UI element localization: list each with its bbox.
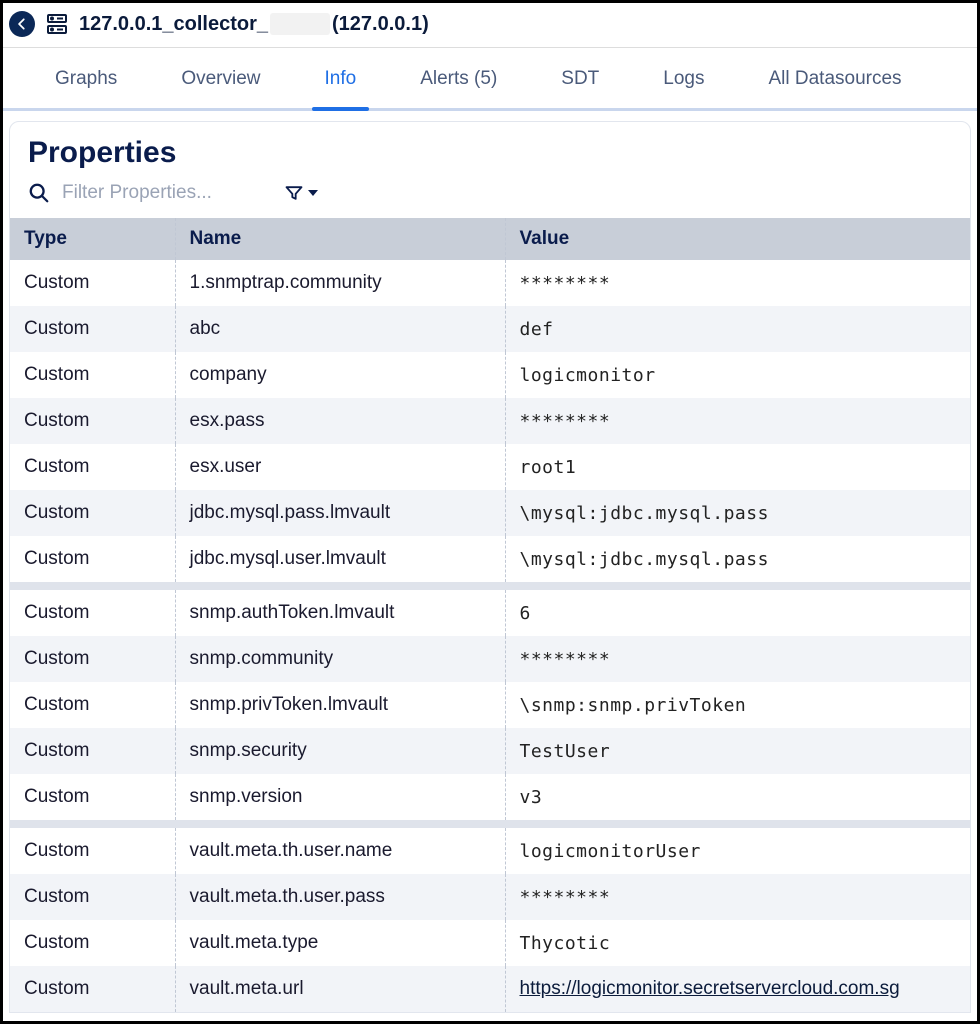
cell-value: logicmonitor: [505, 352, 970, 398]
cell-value: \mysql:jdbc.mysql.pass: [505, 490, 970, 536]
table-row: Customcompanylogicmonitor: [10, 352, 970, 398]
page-header: 127.0.0.1_collector_ (127.0.0.1): [3, 3, 977, 48]
tab-sdt[interactable]: SDT: [529, 48, 631, 108]
tab-overview[interactable]: Overview: [149, 48, 292, 108]
search-icon[interactable]: [28, 182, 50, 204]
tab-logs[interactable]: Logs: [631, 48, 736, 108]
cell-name: snmp.security: [175, 728, 505, 774]
tab-graphs[interactable]: Graphs: [23, 48, 149, 108]
cell-type: Custom: [10, 874, 175, 920]
cell-type: Custom: [10, 398, 175, 444]
cell-name: abc: [175, 306, 505, 352]
cell-name: snmp.version: [175, 774, 505, 820]
table-row: Customesx.userroot1: [10, 444, 970, 490]
cell-value: v3: [505, 774, 970, 820]
table-row: Customvault.meta.url https://logicmonitor…: [10, 966, 970, 1012]
cell-name: jdbc.mysql.user.lmvault: [175, 536, 505, 582]
server-icon: [45, 12, 69, 36]
cell-name: vault.meta.th.user.name: [175, 828, 505, 874]
cell-name: snmp.community: [175, 636, 505, 682]
cell-type: Custom: [10, 920, 175, 966]
table-row: Customjdbc.mysql.user.lmvault\mysql:jdbc…: [10, 536, 970, 582]
cell-value: https://logicmonitor.secretservercloud.c…: [505, 966, 970, 1012]
cell-type: Custom: [10, 728, 175, 774]
group-divider: [10, 820, 970, 828]
value-link[interactable]: https://logicmonitor.secretservercloud.c…: [520, 978, 900, 999]
column-header-type[interactable]: Type: [10, 218, 175, 260]
table-header-row: Type Name Value: [10, 218, 970, 260]
cell-value: logicmonitorUser: [505, 828, 970, 874]
cell-value: ********: [505, 874, 970, 920]
table-row: Customsnmp.versionv3: [10, 774, 970, 820]
cell-value: TestUser: [505, 728, 970, 774]
filter-input[interactable]: [62, 182, 272, 204]
cell-name: company: [175, 352, 505, 398]
cell-value: ********: [505, 636, 970, 682]
panel-title: Properties: [10, 122, 970, 178]
table-row: Customsnmp.community********: [10, 636, 970, 682]
cell-type: Custom: [10, 352, 175, 398]
cell-name: vault.meta.th.user.pass: [175, 874, 505, 920]
back-button[interactable]: [9, 11, 35, 37]
column-header-name[interactable]: Name: [175, 218, 505, 260]
cell-name: snmp.privToken.lmvault: [175, 682, 505, 728]
table-row: Customvault.meta.th.user.namelogicmonito…: [10, 828, 970, 874]
cell-type: Custom: [10, 590, 175, 636]
cell-name: snmp.authToken.lmvault: [175, 590, 505, 636]
cell-name: esx.user: [175, 444, 505, 490]
table-row: Customvault.meta.typeThycotic: [10, 920, 970, 966]
tab-bar: GraphsOverviewInfoAlerts (5)SDTLogsAll D…: [3, 48, 977, 111]
filter-row: [10, 178, 970, 218]
filter-dropdown[interactable]: [284, 183, 318, 203]
tab-alerts-5-[interactable]: Alerts (5): [388, 48, 529, 108]
chevron-down-icon: [308, 190, 318, 196]
table-row: Customabcdef: [10, 306, 970, 352]
cell-name: esx.pass: [175, 398, 505, 444]
cell-type: Custom: [10, 828, 175, 874]
page-title: 127.0.0.1_collector_ (127.0.0.1): [79, 13, 429, 36]
cell-type: Custom: [10, 682, 175, 728]
table-row: Customesx.pass********: [10, 398, 970, 444]
table-row: Customsnmp.securityTestUser: [10, 728, 970, 774]
cell-type: Custom: [10, 490, 175, 536]
tab-all-datasources[interactable]: All Datasources: [736, 48, 933, 108]
table-row: Custom1.snmptrap.community********: [10, 260, 970, 306]
properties-panel: Properties Type Name Value Custom1.snmpt…: [9, 121, 971, 1013]
cell-value: def: [505, 306, 970, 352]
page-title-prefix: 127.0.0.1_collector_: [79, 13, 268, 36]
properties-table: Type Name Value Custom1.snmptrap.communi…: [10, 218, 970, 1012]
group-divider: [10, 582, 970, 590]
cell-type: Custom: [10, 444, 175, 490]
cell-type: Custom: [10, 306, 175, 352]
cell-name: 1.snmptrap.community: [175, 260, 505, 306]
table-row: Customjdbc.mysql.pass.lmvault\mysql:jdbc…: [10, 490, 970, 536]
cell-name: vault.meta.type: [175, 920, 505, 966]
cell-type: Custom: [10, 636, 175, 682]
tab-info[interactable]: Info: [293, 48, 389, 108]
cell-value: ********: [505, 260, 970, 306]
cell-value: 6: [505, 590, 970, 636]
column-header-value[interactable]: Value: [505, 218, 970, 260]
cell-name: vault.meta.url: [175, 966, 505, 1012]
table-row: Customsnmp.authToken.lmvault6: [10, 590, 970, 636]
redacted-segment: [270, 13, 330, 35]
cell-value: root1: [505, 444, 970, 490]
cell-type: Custom: [10, 260, 175, 306]
table-row: Customvault.meta.th.user.pass********: [10, 874, 970, 920]
cell-name: jdbc.mysql.pass.lmvault: [175, 490, 505, 536]
cell-value: \snmp:snmp.privToken: [505, 682, 970, 728]
cell-type: Custom: [10, 774, 175, 820]
cell-value: ********: [505, 398, 970, 444]
funnel-icon: [284, 183, 304, 203]
cell-value: \mysql:jdbc.mysql.pass: [505, 536, 970, 582]
chevron-left-icon: [15, 17, 29, 31]
cell-value: Thycotic: [505, 920, 970, 966]
cell-type: Custom: [10, 966, 175, 1012]
page-title-ip: (127.0.0.1): [332, 13, 429, 36]
cell-type: Custom: [10, 536, 175, 582]
table-row: Customsnmp.privToken.lmvault\snmp:snmp.p…: [10, 682, 970, 728]
